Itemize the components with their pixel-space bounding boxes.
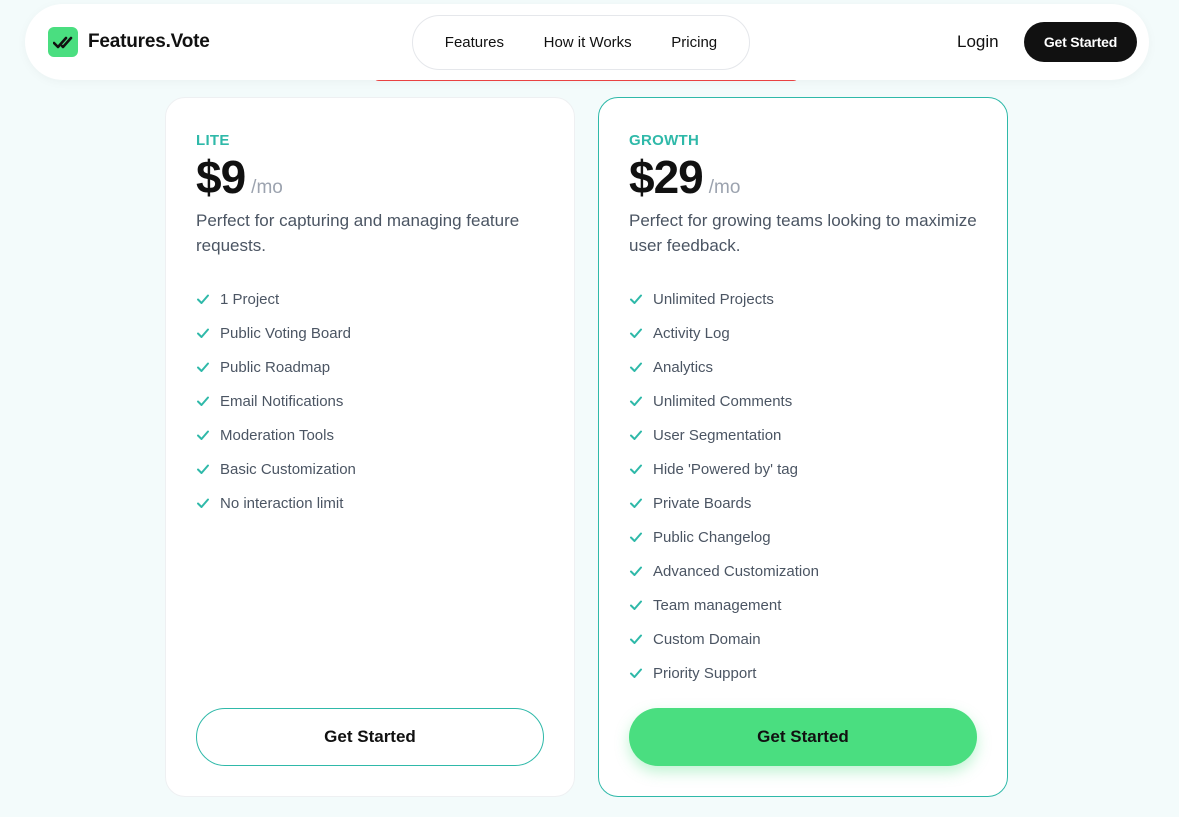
feature-label: Private Boards	[653, 494, 752, 512]
feature-label: Analytics	[653, 358, 714, 376]
feature-item: Moderation Tools	[196, 418, 356, 452]
price-period: /mo	[251, 177, 283, 198]
feature-item: Priority Support	[629, 656, 819, 690]
feature-item: Activity Log	[629, 316, 819, 350]
pricing-page: Features.Vote Features How it Works Pric…	[0, 0, 1179, 817]
check-icon	[196, 462, 210, 476]
feature-list: Unlimited Projects Activity Log Analytics U…	[629, 282, 819, 690]
plan-price: $9	[196, 151, 246, 203]
feature-item: Hide 'Powered by' tag	[629, 452, 819, 486]
check-icon	[629, 666, 643, 680]
growth-get-started-button[interactable]: Get Started	[629, 708, 977, 766]
price-row: $29 /mo	[629, 150, 740, 204]
check-icon	[196, 394, 210, 408]
feature-label: User Segmentation	[653, 426, 782, 444]
price-period: /mo	[708, 177, 741, 198]
feature-item: User Segmentation	[629, 418, 819, 452]
check-icon	[196, 292, 210, 306]
feature-label: Public Voting Board	[220, 324, 351, 342]
feature-label: Unlimited Comments	[653, 392, 793, 410]
feature-item: Basic Customization	[196, 452, 356, 486]
login-link[interactable]: Login	[957, 32, 999, 52]
plan-card-growth: GROWTH $29 /mo Perfect for growing teams…	[598, 97, 1008, 797]
lite-get-started-button[interactable]: Get Started	[196, 708, 544, 766]
check-icon	[196, 360, 210, 374]
check-icon	[629, 428, 643, 442]
feature-item: No interaction limit	[196, 486, 356, 520]
plan-price: $29	[629, 151, 704, 203]
check-icon	[629, 530, 643, 544]
check-icon	[196, 496, 210, 510]
feature-item: Unlimited Comments	[629, 384, 819, 418]
feature-item: Analytics	[629, 350, 819, 384]
check-icon	[196, 326, 210, 340]
check-icon	[629, 496, 643, 510]
double-check-logo-icon	[48, 27, 78, 57]
feature-label: Unlimited Projects	[653, 290, 774, 308]
feature-item: Unlimited Projects	[629, 282, 819, 316]
feature-label: 1 Project	[220, 290, 280, 308]
feature-item: Public Changelog	[629, 520, 819, 554]
plan-card-lite: LITE $9 /mo Perfect for capturing and ma…	[165, 97, 575, 797]
feature-label: Email Notifications	[220, 392, 344, 410]
feature-label: Team management	[653, 596, 782, 614]
check-icon	[196, 428, 210, 442]
feature-label: Priority Support	[653, 664, 757, 682]
plan-description: Perfect for growing teams looking to max…	[629, 211, 977, 255]
feature-item: Private Boards	[629, 486, 819, 520]
brand[interactable]: Features.Vote	[48, 27, 210, 57]
feature-item: 1 Project	[196, 282, 356, 316]
plan-tier: LITE	[196, 132, 230, 149]
plan-tier: GROWTH	[629, 132, 700, 149]
check-icon	[629, 360, 643, 374]
nav-how-it-works[interactable]: How it Works	[544, 34, 632, 51]
feature-item: Public Voting Board	[196, 316, 356, 350]
feature-item: Custom Domain	[629, 622, 819, 656]
brand-name: Features.Vote	[88, 31, 210, 52]
price-row: $9 /mo	[196, 150, 283, 204]
check-icon	[629, 326, 643, 340]
feature-label: Public Changelog	[653, 528, 771, 546]
feature-label: Public Roadmap	[220, 358, 331, 376]
main-nav: Features How it Works Pricing	[412, 15, 750, 70]
header-get-started-button[interactable]: Get Started	[1024, 22, 1137, 62]
feature-label: Advanced Customization	[653, 562, 819, 580]
check-icon	[629, 394, 643, 408]
feature-item: Team management	[629, 588, 819, 622]
feature-label: Activity Log	[653, 324, 730, 342]
feature-label: Hide 'Powered by' tag	[653, 460, 798, 478]
feature-label: Moderation Tools	[220, 426, 334, 444]
feature-label: Basic Customization	[220, 460, 356, 478]
check-icon	[629, 462, 643, 476]
feature-label: No interaction limit	[220, 494, 344, 512]
nav-features[interactable]: Features	[445, 34, 504, 51]
plan-description: Perfect for capturing and managing featu…	[196, 211, 520, 255]
feature-item: Email Notifications	[196, 384, 356, 418]
top-header: Features.Vote Features How it Works Pric…	[25, 4, 1149, 80]
feature-label: Custom Domain	[653, 630, 761, 648]
feature-list: 1 Project Public Voting Board Public Roadm…	[196, 282, 356, 520]
check-icon	[629, 632, 643, 646]
check-icon	[629, 292, 643, 306]
check-icon	[629, 564, 643, 578]
feature-item: Public Roadmap	[196, 350, 356, 384]
feature-item: Advanced Customization	[629, 554, 819, 588]
check-icon	[629, 598, 643, 612]
nav-pricing[interactable]: Pricing	[671, 34, 717, 51]
